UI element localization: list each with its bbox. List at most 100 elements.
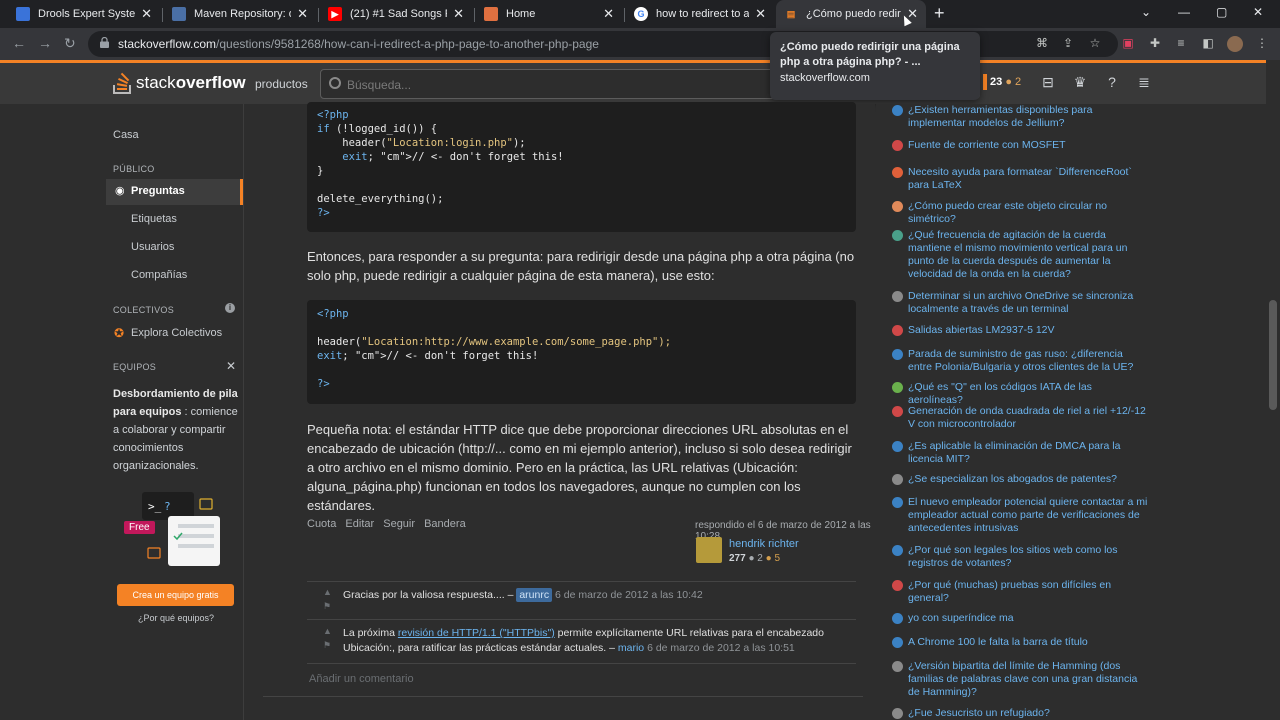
close-icon[interactable]: ✕ (603, 6, 614, 22)
close-icon[interactable]: ✕ (755, 6, 766, 22)
google-icon: G (634, 7, 648, 21)
hot-question-link[interactable]: Parada de suministro de gas ruso: ¿difer… (892, 348, 1148, 374)
side-panel-icon[interactable]: ◧ (1200, 36, 1216, 52)
browser-toolbar: ← → ↻ stackoverflow.com/questions/958126… (0, 28, 1280, 60)
code-line: <?php (317, 308, 349, 320)
http-revision-link[interactable]: revisión de HTTP/1.1 ("HTTPbis") (398, 627, 555, 639)
hot-question-link[interactable]: Necesito ayuda para formatear `Differenc… (892, 166, 1148, 192)
workplace-site-icon (892, 497, 903, 508)
tab-strip: Drools Expert System | ✕ Maven Repositor… (0, 0, 1280, 28)
reading-list-icon[interactable]: ≡ (1173, 36, 1189, 52)
code-line: header("Location:login.php"); (317, 137, 526, 149)
bookmark-star-icon[interactable]: ☆ (1087, 36, 1103, 52)
close-icon[interactable]: ✕ (141, 6, 152, 22)
hot-question-link[interactable]: yo con superíndice ma (892, 612, 1148, 625)
why-teams-link[interactable]: ¿Por qué equipos? (138, 613, 214, 623)
close-icon[interactable]: ✕ (297, 6, 308, 22)
create-team-button[interactable]: Crea un equipo gratis (117, 584, 234, 606)
info-icon[interactable]: i (225, 303, 235, 313)
code-line: exit; "cm">// <- don't forget this! (342, 151, 564, 163)
law-site-icon (892, 474, 903, 485)
hot-question-link[interactable]: Salidas abiertas LM2937-5 12V (892, 324, 1148, 337)
nav-questions[interactable]: Preguntas (131, 185, 185, 197)
share-icon[interactable]: ⇪ (1060, 36, 1076, 52)
window-close-icon[interactable]: ✕ (1253, 5, 1263, 19)
hot-question-link[interactable]: ¿Por qué son legales los sitios web como… (892, 544, 1148, 570)
hot-question-link[interactable]: A Chrome 100 le falta la barra de título (892, 636, 1148, 649)
hot-question-link[interactable]: ¿Versión bipartita del límite de Hamming… (892, 660, 1148, 699)
superuser-site-icon (892, 291, 903, 302)
hot-question-link[interactable]: ¿Existen herramientas disponibles para i… (892, 104, 1148, 130)
public-section-title: PÚBLICO (113, 164, 155, 174)
close-icon[interactable]: ✕ (226, 359, 236, 373)
nav-tags[interactable]: Etiquetas (131, 213, 177, 225)
cstheory-site-icon (892, 661, 903, 672)
hot-question-link[interactable]: ¿Por qué (muchas) pruebas son difíciles … (892, 579, 1148, 605)
hot-question-link[interactable]: ¿Cómo puedo crear este objeto circular n… (892, 200, 1148, 226)
nav-companies[interactable]: Compañías (131, 269, 187, 281)
close-icon[interactable]: ✕ (453, 6, 464, 22)
nav-home[interactable]: Casa (113, 129, 139, 141)
flag-comment-icon[interactable]: ⚑ (323, 601, 331, 612)
minimize-icon[interactable]: — (1178, 5, 1190, 19)
share-link[interactable]: Cuota (307, 518, 336, 530)
collectives-section-title: COLECTIVOS (113, 305, 175, 315)
stackoverflow-logo[interactable]: stack overflow (112, 70, 246, 96)
extension-red-icon[interactable]: ▣ (1120, 36, 1136, 52)
maximize-icon[interactable]: ▢ (1216, 5, 1227, 19)
new-tab-button[interactable]: + (934, 3, 945, 24)
user-name-link[interactable]: hendrik richter (729, 538, 799, 550)
hot-question-link[interactable]: Generación de onda cuadrada de riel a ri… (892, 405, 1148, 431)
reputation-badge[interactable]: 23 ● 2 (990, 76, 1021, 88)
code-line: header("Location:http://www.example.com/… (317, 336, 672, 348)
hot-question-link[interactable]: ¿Fue Jesucristo un refugiado? (892, 707, 1148, 720)
tab-google[interactable]: G how to redirect to ano ✕ (626, 0, 774, 28)
upvote-comment-icon[interactable]: ▲ (323, 587, 332, 597)
back-icon[interactable]: ← (12, 35, 26, 51)
translate-icon[interactable]: ⌘ (1034, 36, 1050, 52)
tab-youtube[interactable]: ▶ (21) #1 Sad Songs Play ✕ (320, 0, 472, 28)
hot-question-text: ¿Versión bipartita del límite de Hamming… (908, 660, 1138, 698)
help-icon[interactable]: ? (1104, 74, 1120, 90)
globe-icon: ◉ (115, 185, 125, 197)
hot-question-link[interactable]: ¿Es aplicable la eliminación de DMCA par… (892, 440, 1148, 466)
tab-home[interactable]: Home ✕ (476, 0, 622, 28)
flag-comment-icon[interactable]: ⚑ (323, 640, 331, 651)
hot-question-link[interactable]: ¿Qué es "Q" en los códigos IATA de las a… (892, 381, 1148, 407)
site-switcher-icon[interactable]: ≣ (1136, 74, 1152, 90)
forward-icon[interactable]: → (38, 35, 52, 51)
comment-user-link[interactable]: arunrc (516, 588, 553, 602)
tab-maven[interactable]: Maven Repository: org ✕ (164, 0, 316, 28)
user-avatar[interactable] (983, 74, 987, 90)
comment-user-link[interactable]: mario (618, 642, 644, 654)
hot-question-link[interactable]: ¿Se especializan los abogados de patente… (892, 473, 1148, 486)
hot-question-text: ¿Qué es "Q" en los códigos IATA de las a… (908, 381, 1092, 406)
tex-site-icon (892, 613, 903, 624)
profile-avatar[interactable] (1227, 36, 1243, 52)
opensource-site-icon (892, 441, 903, 452)
tab-search-icon[interactable]: ⌄ (1141, 5, 1151, 19)
nav-explore-collectives[interactable]: Explora Colectivos (131, 327, 222, 339)
hot-question-link[interactable]: Fuente de corriente con MOSFET (892, 139, 1148, 152)
hot-question-link[interactable]: El nuevo empleador potencial quiere cont… (892, 496, 1148, 535)
scrollbar-thumb[interactable] (1269, 300, 1277, 410)
hot-question-link[interactable]: Determinar si un archivo OneDrive se sin… (892, 290, 1148, 316)
edit-link[interactable]: Editar (345, 518, 374, 530)
extensions-puzzle-icon[interactable]: ✚ (1147, 36, 1163, 52)
reload-icon[interactable]: ↻ (64, 35, 76, 52)
avatar[interactable] (696, 537, 722, 563)
inbox-icon[interactable]: ⊟ (1040, 74, 1056, 90)
products-link[interactable]: productos (255, 77, 308, 91)
electronics-site-icon (892, 325, 903, 336)
follow-link[interactable]: Seguir (383, 518, 415, 530)
achievements-trophy-icon[interactable]: ♛ (1072, 74, 1088, 90)
nav-users[interactable]: Usuarios (131, 241, 174, 253)
page-scrollbar[interactable] (1266, 60, 1280, 720)
upvote-comment-icon[interactable]: ▲ (323, 626, 332, 636)
menu-kebab-icon[interactable]: ⋮ (1254, 36, 1270, 52)
add-comment-link[interactable]: Añadir un comentario (309, 673, 414, 685)
hot-question-link[interactable]: ¿Qué frecuencia de agitación de la cuerd… (892, 229, 1148, 281)
tab-hover-tooltip: ¿Cómo puedo redirigir una página php a o… (770, 32, 980, 100)
tab-drools[interactable]: Drools Expert System | ✕ (8, 0, 160, 28)
flag-link[interactable]: Bandera (424, 518, 466, 530)
